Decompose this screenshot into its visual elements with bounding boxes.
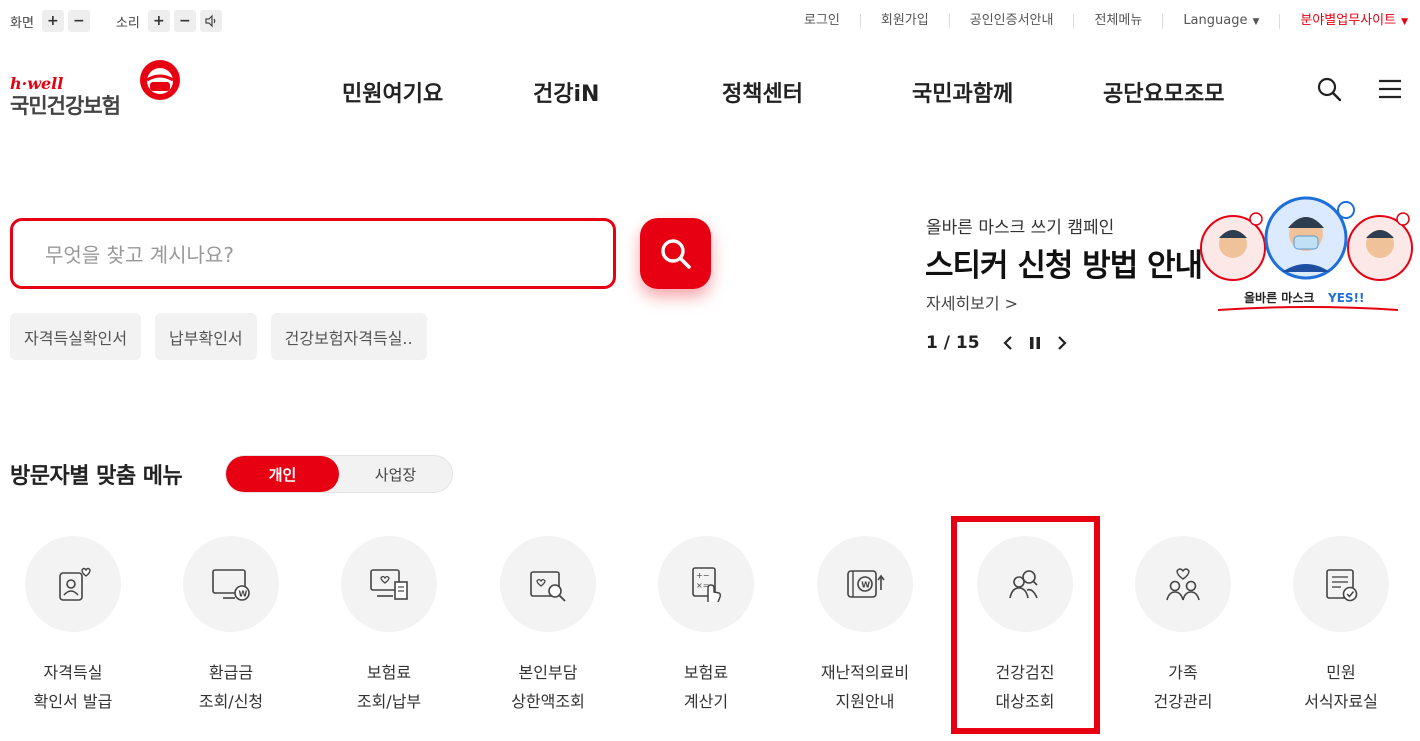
field-site-dropdown[interactable]: 분야별업무사이트 ▼ [1279, 12, 1408, 29]
banner-more-link[interactable]: 자세히보기 > [926, 290, 1018, 314]
mask-campaign-illustration[interactable]: 올바른 마스크 YES!! [1198, 192, 1416, 322]
id-card-heart-icon [59, 567, 91, 601]
sound-label: 소리 [115, 15, 140, 31]
quick-menu-item[interactable]: 가족건강관리 [1118, 536, 1248, 716]
nav-civil-service[interactable]: 민원여기요 [342, 76, 443, 108]
item-label-line2: 지원안내 [835, 692, 895, 711]
search-placeholder: 무엇을 찾고 계시나요? [45, 243, 234, 267]
item-label-line2: 계산기 [683, 692, 729, 711]
item-label-line1: 본인부담 [518, 663, 578, 682]
item-label-line1: 보험료 [366, 663, 412, 682]
monitor-won-icon: W [212, 569, 250, 601]
language-label: Language [1183, 12, 1248, 28]
quick-menu-item[interactable]: +− ×= 보험료계산기 [641, 536, 771, 716]
family-heart-icon [1166, 568, 1200, 601]
screen-zoom-label: 화면 [10, 15, 34, 31]
item-label-line2: 조회/납부 [356, 692, 422, 711]
tag-insurance-eligibility[interactable]: 건강보험자격득실.. [270, 313, 427, 360]
banner-art-caption: 올바른 마스크 [1244, 290, 1314, 305]
nav-about-corp[interactable]: 공단요모조모 [1103, 76, 1224, 108]
item-label-line1: 가족 [1168, 663, 1198, 682]
visitor-type-toggle: 개인 사업장 [225, 455, 453, 493]
pause-icon[interactable] [1028, 335, 1042, 351]
quick-menu-item[interactable]: 보험료조회/납부 [324, 536, 454, 716]
search-input[interactable]: 무엇을 찾고 계시나요? [10, 218, 616, 289]
item-label-line2: 상한액조회 [511, 692, 585, 711]
item-label-line2: 건강관리 [1153, 692, 1213, 711]
volume-down-button[interactable]: − [173, 10, 196, 32]
all-menu-link[interactable]: 전체메뉴 [1073, 14, 1162, 28]
toggle-business[interactable]: 사업장 [339, 456, 452, 492]
item-label-line1: 민원 [1326, 663, 1356, 682]
login-link[interactable]: 로그인 [784, 14, 860, 28]
computer-receipt-icon [370, 569, 408, 600]
highlight-box [951, 516, 1100, 734]
tag-payment-confirmation[interactable]: 납부확인서 [155, 313, 257, 360]
calculator-hand-icon: +− ×= [692, 567, 722, 603]
form-check-icon [1326, 569, 1358, 602]
zoom-in-button[interactable]: + [41, 10, 64, 32]
item-label-line1: 보험료 [683, 663, 729, 682]
hamburger-menu-icon[interactable] [1377, 76, 1403, 102]
wallet-won-icon: W [847, 570, 885, 598]
quick-menu-item[interactable]: 민원서식자료실 [1276, 536, 1406, 716]
item-label-line1: 환급금 [208, 663, 254, 682]
caret-down-icon: ▼ [1252, 16, 1260, 27]
banner-pager: 1 / 15 [926, 333, 1068, 353]
caret-down-icon: ▼ [1401, 16, 1408, 27]
custom-menu-title: 방문자별 맞춤 메뉴 [10, 464, 183, 489]
chevron-right-icon[interactable] [1056, 335, 1068, 351]
nav-health-in[interactable]: 건강iN [533, 76, 599, 108]
item-label-line1: 재난적의료비 [820, 663, 910, 682]
language-dropdown[interactable]: Language ▼ [1162, 12, 1279, 29]
field-site-label: 분야별업무사이트 [1300, 12, 1397, 28]
svg-text:+−: +− [696, 571, 709, 580]
item-label-line1: 자격득실 [43, 663, 103, 682]
item-label-line2: 확인서 발급 [33, 692, 113, 711]
item-label-line2: 조회/신청 [198, 692, 264, 711]
nav-policy-center[interactable]: 정책센터 [722, 76, 803, 108]
zoom-out-button[interactable]: − [67, 10, 90, 32]
svg-text:W: W [239, 590, 248, 599]
quick-menu-item[interactable]: W 재난적의료비지원안내 [800, 536, 930, 716]
quick-menu-item[interactable]: 본인부담상한액조회 [483, 536, 613, 716]
screen-sound-controls: 화면 + − 소리 + − [10, 10, 226, 32]
signup-link[interactable]: 회원가입 [859, 14, 949, 28]
banner-subtitle: 올바른 마스크 쓰기 캠페인 [926, 218, 1115, 238]
certificate-guide-link[interactable]: 공인인증서안내 [948, 14, 1074, 28]
tag-eligibility-certificate[interactable]: 자격득실확인서 [10, 313, 142, 360]
quick-menu-item[interactable]: 자격득실확인서 발급 [8, 536, 138, 716]
search-button[interactable] [640, 218, 711, 289]
nav-with-people[interactable]: 국민과함께 [912, 76, 1013, 108]
banner-art-yes: YES!! [1327, 291, 1364, 305]
search-icon [660, 238, 691, 269]
item-label-line2: 서식자료실 [1304, 692, 1378, 711]
quick-menu-item[interactable]: W 환급금조회/신청 [166, 536, 296, 716]
banner-title[interactable]: 스티커 신청 방법 안내 [925, 240, 1203, 285]
banner-page-count: 1 / 15 [926, 333, 980, 353]
volume-up-button[interactable]: + [147, 10, 170, 32]
search-icon[interactable] [1316, 76, 1342, 102]
speaker-icon[interactable] [199, 10, 222, 32]
chevron-left-icon[interactable] [1002, 335, 1014, 351]
utility-nav: 로그인 회원가입 공인인증서안내 전체메뉴 Language ▼ 분야별업무사이트… [784, 10, 1408, 32]
popular-search-tags: 자격득실확인서 납부확인서 건강보험자격득실.. [10, 313, 441, 360]
svg-text:W: W [861, 581, 870, 590]
main-nav: 민원여기요 건강iN 정책센터 국민과함께 공단요모조모 [0, 76, 1420, 108]
document-search-icon [530, 571, 566, 602]
toggle-individual[interactable]: 개인 [226, 456, 339, 492]
